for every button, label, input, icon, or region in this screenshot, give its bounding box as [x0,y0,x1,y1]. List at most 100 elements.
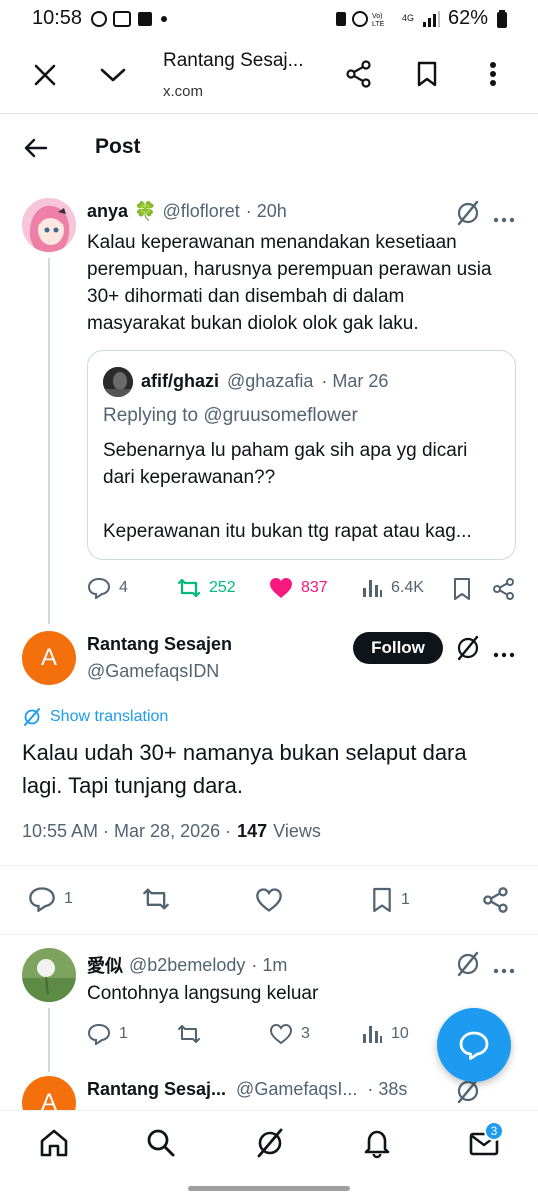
heart-icon[interactable] [255,887,283,918]
tweet-text-line: Kalau udah 30+ namanya bukan selaput dar… [22,740,467,765]
search-icon[interactable] [145,1127,177,1164]
status-bar: 10:58 Vo) LTE 4G 62% [0,0,538,38]
grok-icon[interactable] [254,1127,286,1164]
share-icon[interactable] [492,577,516,606]
repost-count: 252 [209,579,236,596]
quote-text: Sebenarnya lu paham gak sih apa yg dicar… [103,437,508,545]
bookmark-icon[interactable] [452,577,472,606]
bookmark-icon [373,887,391,913]
views-icon [363,1026,382,1043]
bookmark-icon[interactable] [410,57,444,91]
tweet-timestamp[interactable]: 10:55 AM · Mar 28, 2026 · [22,821,231,842]
compose-reply-button[interactable] [437,1008,511,1082]
page-title: Post [95,135,141,158]
views-count: 147 [237,821,268,841]
avatar[interactable]: A [22,631,76,685]
share-icon[interactable] [482,886,510,919]
browser-page-title: Rantang Sesaj... [163,50,304,71]
back-arrow-icon[interactable] [18,132,54,164]
more-horizontal-icon[interactable] [493,645,515,663]
divider [0,865,538,866]
views-label: Views [273,821,321,841]
reply-count: 1 [119,1025,128,1042]
views-button[interactable]: 6.4K [361,577,424,599]
share-icon[interactable] [342,57,376,91]
quote-header: afif/ghazi @ghazafia · Mar 26 [141,371,388,392]
views-button[interactable]: 10 [361,1023,409,1045]
bookmark-button[interactable]: 1 [371,886,410,914]
status-time: 10:58 [32,7,83,29]
grok-icon[interactable] [455,635,481,666]
next-tweet-header: Rantang Sesaj... @GamefaqsI... · 38s [87,1079,407,1100]
thread-connector [48,1008,50,1072]
more-vertical-icon[interactable] [476,57,510,91]
reply-icon [87,577,111,599]
clover-emoji: 🍀 [134,201,157,221]
repost-icon[interactable] [142,886,170,917]
status-icons: Vo)LTE [335,10,385,28]
chat-bubble-icon [459,1031,489,1060]
repost-icon[interactable] [177,1023,201,1050]
reply-button[interactable]: 1 [87,1023,128,1045]
avatar [103,367,133,397]
more-horizontal-icon[interactable] [493,210,515,228]
tweet-time[interactable]: · 38s [367,1079,407,1100]
tweet-time[interactable]: · 1m [251,955,287,976]
author-handle[interactable]: @b2bemelody [129,955,245,976]
views-count: 6.4K [391,579,424,596]
quote-author-name: afif/ghazi [141,371,220,391]
home-indicator [188,1186,350,1191]
avatar[interactable] [22,948,76,1002]
avatar[interactable] [22,198,76,252]
main-tweet-text: Kalau udah 30+ namanya bukan selaput dar… [22,736,522,802]
views-icon [363,580,382,597]
reply-count: 1 [64,890,73,907]
views-count: 10 [391,1025,409,1042]
tweet-time[interactable]: · 20h [246,201,287,222]
reply-button[interactable]: 1 [28,886,73,912]
grok-icon[interactable] [455,200,481,231]
replying-to-handle: @gruusomeflower [203,405,358,426]
author-handle[interactable]: @GamefaqsI... [236,1079,357,1100]
repost-button[interactable]: 252 [177,577,236,599]
tweet-text-line: lagi. Tapi tunjang dara. [22,773,243,798]
home-icon[interactable] [38,1127,70,1164]
like-button[interactable]: 837 [269,577,328,599]
more-horizontal-icon[interactable] [493,961,515,979]
chevron-down-icon[interactable] [96,58,130,92]
replying-to: Replying to @gruusomeflower [103,405,358,427]
notifications-bell-icon[interactable] [361,1127,393,1164]
quote-text-line [103,491,508,518]
show-translation-label: Show translation [50,708,169,725]
like-count: 837 [301,579,328,596]
browser-url: x.com [163,83,204,100]
like-button[interactable]: 3 [269,1023,310,1045]
quote-time: · Mar 26 [321,371,389,391]
close-icon[interactable] [28,58,62,92]
tweet-text-line: 30+ dihormati dan disembah di dalam [87,286,405,307]
author-handle[interactable]: @GamefaqsIDN [87,661,219,682]
reply-button[interactable]: 4 [87,577,128,599]
network-type: 4G [401,13,414,23]
reply-icon [29,887,55,912]
repost-icon [177,578,201,598]
follow-button[interactable]: Follow [353,632,443,664]
grok-icon[interactable] [455,1078,481,1109]
quote-text-line: Sebenarnya lu paham gak sih apa yg dicar… [103,440,468,461]
battery-icon [497,9,507,28]
quote-text-line: Keperawanan itu bukan ttg rapat atau kag… [103,521,472,542]
tweet-text: Kalau keperawanan menandakan kesetiaan p… [87,229,527,337]
show-translation-link[interactable]: Show translation [22,707,168,727]
author-name[interactable]: Rantang Sesaj... [87,1079,226,1100]
heart-icon [269,1023,293,1045]
messages-badge: 3 [484,1121,504,1141]
author-name[interactable]: Rantang Sesajen [87,634,232,655]
quote-text-line: dari keperawanan?? [103,467,276,488]
bookmark-count: 1 [401,891,410,908]
svg-text:LTE: LTE [372,21,385,28]
quote-author-handle: @ghazafia [227,371,314,391]
author-name[interactable]: 愛似 [87,952,123,978]
grok-icon[interactable] [455,951,481,982]
author-handle[interactable]: @flofloret [162,201,239,222]
author-name[interactable]: anya [87,201,128,222]
